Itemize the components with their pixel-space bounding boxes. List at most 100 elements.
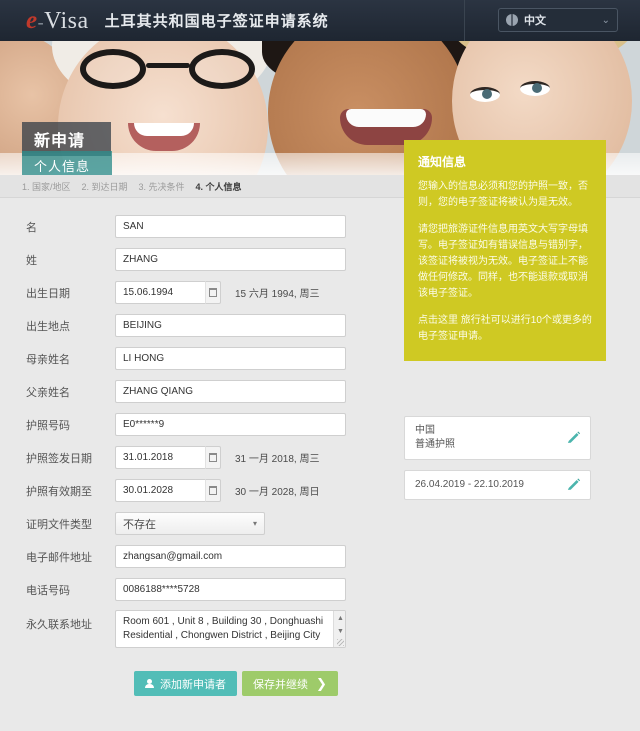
hero-person-2-teeth (134, 123, 194, 136)
chevron-down-icon: ⌄ (601, 14, 610, 26)
glasses-left-lens (80, 49, 146, 89)
surname-input[interactable]: ZHANG (115, 248, 346, 271)
field-row-passport-number: 护照号码 E0******9 (0, 408, 404, 441)
document-type-select[interactable]: 不存在 ▾ (115, 512, 265, 535)
phone-input[interactable]: 0086188****5728 (115, 578, 346, 601)
notice-paragraph-2: 请您把旅游证件信息用英文大写字母填写。电子签证如有错误信息与错别字，该签证将被视… (418, 224, 588, 299)
brand-logo[interactable]: e-Visa 土耳其共和国电子签证申请系统 (0, 8, 329, 33)
resize-handle-icon[interactable] (337, 639, 344, 646)
field-row-document-type: 证明文件类型 不存在 ▾ (0, 507, 404, 540)
father-name-input[interactable]: ZHANG QIANG (115, 380, 346, 403)
breadcrumb-step-1[interactable]: 1. 国家/地区 (22, 180, 71, 193)
eyeglasses-icon (80, 49, 255, 89)
label-passport-expiry-date: 护照有效期至 (26, 485, 92, 498)
person-add-icon (145, 679, 154, 688)
field-row-mother-name: 母亲姓名 LI HONG (0, 342, 404, 375)
glasses-bridge (146, 63, 190, 68)
application-form: 名 SAN 姓 ZHANG 出生日期 15.06.1994 15 六月 1994… (0, 210, 404, 658)
globe-icon (506, 14, 518, 26)
label-email: 电子邮件地址 (26, 551, 92, 564)
summary-card-dates[interactable]: 26.04.2019 - 22.10.2019 (404, 470, 591, 500)
calendar-icon (209, 453, 217, 462)
site-header: e-Visa 土耳其共和国电子签证申请系统 中文 ⌄ (0, 0, 640, 41)
summary-passport-type: 普通护照 (415, 439, 455, 450)
site-title: 土耳其共和国电子签证申请系统 (104, 13, 329, 30)
passport-number-input[interactable]: E0******9 (115, 413, 346, 436)
summary-country: 中国 (415, 425, 435, 436)
label-birth-date: 出生日期 (26, 287, 70, 300)
scroll-up-icon[interactable]: ▲ (337, 612, 344, 626)
given-name-input[interactable]: SAN (115, 215, 346, 238)
notice-title: 通知信息 (418, 155, 467, 169)
birth-place-input[interactable]: BEIJING (115, 314, 346, 337)
pencil-icon[interactable] (566, 478, 581, 493)
language-label: 中文 (524, 15, 546, 27)
hero-step-badge: 个人信息 (22, 151, 113, 175)
address-textarea[interactable]: Room 601 , Unit 8 , Building 30 , Donghu… (115, 610, 346, 648)
header-divider (464, 0, 465, 41)
calendar-icon (209, 486, 217, 495)
breadcrumb-step-4: 4. 个人信息 (195, 181, 242, 192)
label-surname: 姓 (26, 254, 37, 267)
scroll-down-icon[interactable]: ▼ (337, 625, 344, 639)
save-continue-label: 保存并继续 (253, 678, 308, 691)
label-mother-name: 母亲姓名 (26, 353, 70, 366)
label-father-name: 父亲姓名 (26, 386, 70, 399)
field-row-email: 电子邮件地址 zhangsan@gmail.com (0, 540, 404, 573)
document-type-selected-value: 不存在 (123, 518, 156, 531)
label-address: 永久联系地址 (26, 619, 92, 631)
language-selector[interactable]: 中文 ⌄ (498, 8, 618, 32)
hero-person-4-left-pupil (482, 89, 492, 99)
field-row-birth-date: 出生日期 15.06.1994 15 六月 1994, 周三 (0, 276, 404, 309)
field-row-phone: 电话号码 0086188****5728 (0, 573, 404, 606)
field-row-passport-issue-date: 护照签发日期 31.01.2018 31 一月 2018, 周三 (0, 441, 404, 474)
field-row-passport-expiry-date: 护照有效期至 30.01.2028 30 一月 2028, 周日 (0, 474, 404, 507)
label-document-type: 证明文件类型 (26, 518, 92, 531)
breadcrumb-step-2[interactable]: 2. 到达日期 (82, 180, 128, 193)
summary-card-passport[interactable]: 中国 普通护照 (404, 416, 591, 460)
birth-date-hint: 15 六月 1994, 周三 (235, 289, 320, 300)
field-row-father-name: 父亲姓名 ZHANG QIANG (0, 375, 404, 408)
birth-date-input[interactable]: 15.06.1994 (115, 281, 205, 304)
summary-validity-range: 26.04.2019 - 22.10.2019 (415, 479, 524, 490)
passport-issue-date-hint: 31 一月 2018, 周三 (235, 454, 320, 465)
passport-issue-date-input[interactable]: 31.01.2018 (115, 446, 205, 469)
page-footer (0, 713, 640, 731)
label-given-name: 名 (26, 221, 37, 234)
passport-issue-calendar-button[interactable] (205, 446, 221, 469)
label-phone: 电话号码 (26, 584, 70, 597)
hero-person-3-teeth (346, 109, 426, 127)
chevron-down-icon: ▾ (252, 519, 257, 528)
form-action-bar: 添加新申请者 保存并继续 ❯ (134, 671, 338, 696)
label-passport-issue-date: 护照签发日期 (26, 452, 92, 465)
logo-text: e-Visa (26, 8, 89, 33)
birth-date-calendar-button[interactable] (205, 281, 221, 304)
notice-panel: 通知信息 您输入的信息必须和您的护照一致，否则，您的电子签证将被认为是无效。 请… (404, 140, 606, 361)
calendar-icon (209, 288, 217, 297)
logo-e-letter: e (26, 7, 38, 34)
side-panel: 通知信息 您输入的信息必须和您的护照一致，否则，您的电子签证将被认为是无效。 请… (404, 140, 640, 658)
hero-person-4-right-pupil (532, 83, 542, 93)
label-birth-place: 出生地点 (26, 320, 70, 333)
field-row-birth-place: 出生地点 BEIJING (0, 309, 404, 342)
passport-expiry-date-input[interactable]: 30.01.2028 (115, 479, 205, 502)
notice-paragraph-1: 您输入的信息必须和您的护照一致，否则，您的电子签证将被认为是无效。 (418, 181, 588, 208)
add-applicant-label: 添加新申请者 (160, 678, 226, 691)
breadcrumb-step-3[interactable]: 3. 先决条件 (139, 180, 185, 193)
arrow-right-icon: ❯ (316, 675, 327, 691)
mother-name-input[interactable]: LI HONG (115, 347, 346, 370)
add-applicant-button[interactable]: 添加新申请者 (134, 671, 237, 696)
field-row-address: 永久联系地址 Room 601 , Unit 8 , Building 30 ,… (0, 606, 404, 658)
passport-expiry-calendar-button[interactable] (205, 479, 221, 502)
passport-expiry-date-hint: 30 一月 2028, 周日 (235, 487, 320, 498)
address-text: Room 601 , Unit 8 , Building 30 , Donghu… (123, 616, 324, 641)
notice-paragraph-3: 点击这里 旅行社可以进行10个或更多的电子签证申请。 (418, 315, 592, 342)
field-row-surname: 姓 ZHANG (0, 243, 404, 276)
save-continue-button[interactable]: 保存并继续 ❯ (242, 671, 338, 696)
email-input[interactable]: zhangsan@gmail.com (115, 545, 346, 568)
page-content: 名 SAN 姓 ZHANG 出生日期 15.06.1994 15 六月 1994… (0, 140, 640, 658)
field-row-given-name: 名 SAN (0, 210, 404, 243)
logo-visa-word: Visa (44, 8, 89, 34)
pencil-icon[interactable] (566, 431, 581, 446)
glasses-right-lens (189, 49, 255, 89)
